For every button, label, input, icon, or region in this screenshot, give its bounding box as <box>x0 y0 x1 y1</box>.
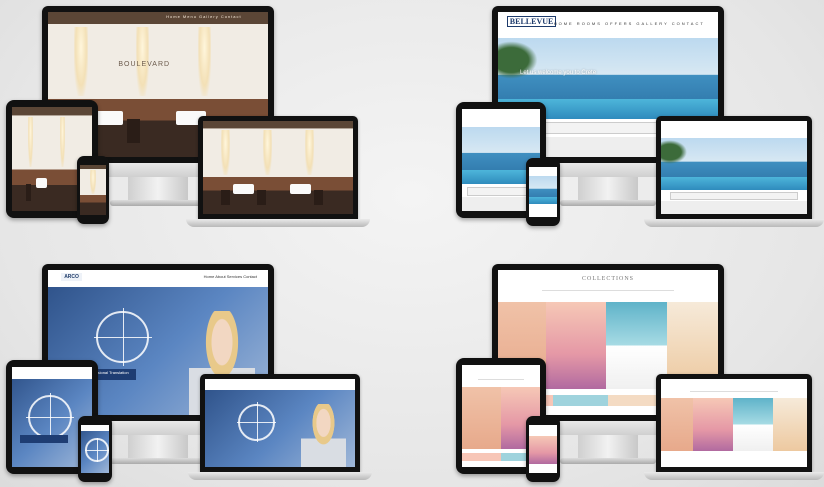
nav-links: Home Menu Gallery Contact <box>166 14 242 20</box>
phone-device <box>78 416 112 482</box>
phone-device <box>526 416 560 482</box>
crosshair-graphic <box>93 307 153 367</box>
laptop-device <box>644 374 824 480</box>
site-logo: BELLEVUE <box>506 16 557 28</box>
laptop-device <box>188 374 372 480</box>
laptop-device <box>644 116 824 228</box>
site-logo: BOULEVARD <box>118 61 171 69</box>
mockup-restaurant: Home Menu Gallery Contact BOULEVARD <box>0 0 412 243</box>
hero-text: Let us welcome you to Crete <box>520 70 597 76</box>
mockup-hotel: BELLEVUE HOME ROOMS OFFERS GALLERY CONTA… <box>412 0 824 243</box>
nav-links: HOME ROOMS OFFERS GALLERY CONTACT <box>553 20 705 26</box>
phone-device <box>526 158 560 226</box>
mockup-beauty: COLLECTIONS <box>412 244 824 487</box>
phone-device <box>77 156 109 224</box>
site-logo: ARCO <box>61 272 82 281</box>
site-title: COLLECTIONS <box>582 275 634 282</box>
nav-links: Home About Services Contact <box>203 274 257 280</box>
laptop-device <box>186 116 370 228</box>
mockup-call-centre: ARCO Home About Services Contact Profess… <box>0 244 412 487</box>
